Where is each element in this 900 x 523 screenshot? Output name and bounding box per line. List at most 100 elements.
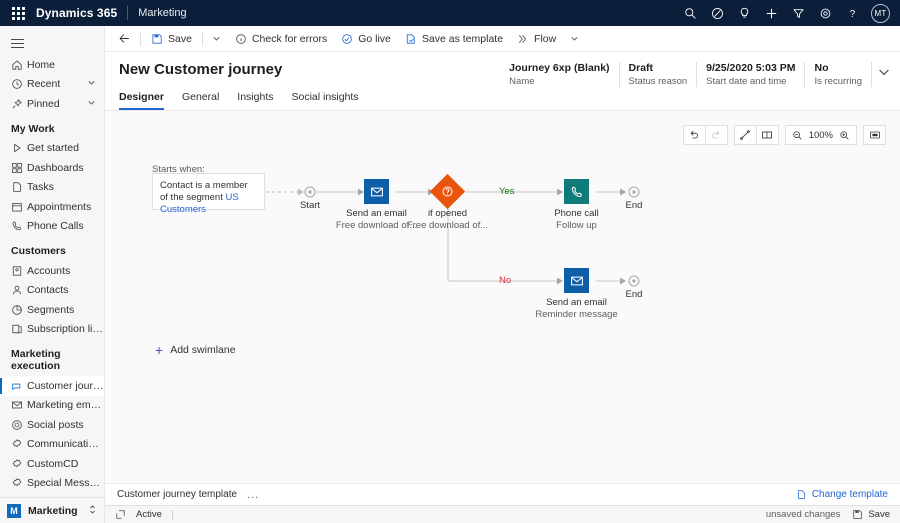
header-field-label: Status reason — [629, 76, 688, 87]
sidebar-item-label: Dashboards — [27, 162, 84, 174]
avatar[interactable]: MT — [871, 4, 890, 23]
sidebar-item-subscription-lists[interactable]: Subscription lists — [0, 320, 104, 340]
header-field-label: Name — [509, 76, 609, 87]
mail-icon — [11, 399, 27, 411]
nav-group-title: Marketing execution — [0, 339, 104, 376]
settings-icon[interactable] — [812, 0, 839, 26]
sidebar-item-label: Social posts — [27, 419, 84, 431]
chevron-down-icon[interactable] — [87, 98, 96, 110]
add-icon[interactable] — [758, 0, 785, 26]
sidebar-item-customcd[interactable]: CustomCD — [0, 454, 104, 474]
app-switcher[interactable]: M Marketing — [0, 497, 105, 523]
sidebar-item-home[interactable]: Home — [0, 55, 104, 75]
svg-text:?: ? — [850, 8, 856, 19]
save-button[interactable]: Save — [144, 26, 199, 52]
add-swimlane-button[interactable]: + Add swimlane — [155, 343, 236, 357]
chevron-down-icon[interactable] — [87, 78, 96, 90]
sidebar-item-label: Segments — [27, 304, 74, 316]
branch-label-yes: Yes — [499, 186, 515, 197]
node-if-opened[interactable]: if opened Free download of... — [435, 179, 460, 204]
sidebar-item-label: Phone Calls — [27, 220, 84, 232]
phone-tile-icon — [564, 179, 589, 204]
sidebar-item-pinned[interactable]: Pinned — [0, 94, 104, 114]
sidebar-item-social-posts[interactable]: Social posts — [0, 415, 104, 435]
open-popup-icon[interactable] — [115, 509, 126, 520]
app-badge: M — [7, 504, 21, 518]
suite-bar: Dynamics 365 Marketing ? — [0, 0, 900, 26]
play-icon — [11, 142, 27, 154]
back-arrow-icon[interactable] — [111, 26, 137, 52]
sidebar-item-recent[interactable]: Recent — [0, 75, 104, 95]
tab-social-insights[interactable]: Social insights — [291, 91, 367, 110]
discovery-icon[interactable] — [704, 0, 731, 26]
tab-designer[interactable]: Designer — [119, 91, 173, 110]
sidebar-item-get-started[interactable]: Get started — [0, 139, 104, 159]
sidebar-item-label: Marketing emails — [27, 399, 104, 411]
home-icon — [11, 59, 27, 71]
sidebar-item-contacts[interactable]: Contacts — [0, 281, 104, 301]
task-icon — [11, 181, 27, 193]
sidebar-item-tasks[interactable]: Tasks — [0, 178, 104, 198]
flow-connectors — [105, 111, 900, 483]
sidebar-item-label: Tasks — [27, 181, 54, 193]
form-tabs: Designer General Insights Social insight… — [119, 91, 377, 110]
search-icon[interactable] — [677, 0, 704, 26]
sidebar-item-appointments[interactable]: Appointments — [0, 197, 104, 217]
header-field-value: No — [814, 62, 862, 74]
go-live-button[interactable]: Go live — [334, 26, 398, 52]
sidebar-item-accounts[interactable]: Accounts — [0, 261, 104, 281]
social-icon — [11, 419, 27, 431]
sidebar-item-label: Home — [27, 59, 55, 71]
lightbulb-icon[interactable] — [731, 0, 758, 26]
trigger-card[interactable]: Contact is a member of the segment US Cu… — [152, 173, 265, 210]
flow-button[interactable]: Flow — [510, 26, 563, 52]
save-as-template-button[interactable]: Save as template — [398, 26, 510, 52]
sidebar-item-marketing-emails[interactable]: Marketing emails — [0, 396, 104, 416]
template-more-icon[interactable]: ... — [247, 489, 259, 501]
status-bar: Active unsaved changes Save — [105, 505, 900, 523]
app-name-label: Marketing — [138, 7, 186, 19]
sidebar-item-special-messages[interactable]: Special Messages — [0, 474, 104, 494]
header-field-label: Is recurring — [814, 76, 862, 87]
tab-general[interactable]: General — [182, 91, 228, 110]
email-tile-icon — [364, 179, 389, 204]
help-icon[interactable]: ? — [839, 0, 866, 26]
flow-chevron-down-icon[interactable] — [563, 26, 585, 52]
info-icon — [235, 33, 247, 45]
chevron-down-icon[interactable] — [206, 26, 228, 52]
sidebar-item-communication-d[interactable]: Communication D... — [0, 435, 104, 455]
menu-icon[interactable] — [0, 26, 104, 52]
sidebar-item-phone-calls[interactable]: Phone Calls — [0, 217, 104, 237]
change-template-button[interactable]: Change template — [796, 489, 888, 500]
header-field-is-recurring[interactable]: No Is recurring — [805, 62, 872, 87]
header-field-status-reason[interactable]: Draft Status reason — [620, 62, 698, 87]
header-expand-chevron-down-icon[interactable] — [878, 66, 890, 81]
header-field-start-date[interactable]: 9/25/2020 5:03 PM Start date and time — [697, 62, 805, 87]
status-save-button[interactable]: Save — [852, 509, 890, 520]
check-for-errors-button[interactable]: Check for errors — [228, 26, 334, 52]
node-send-an-email-1[interactable]: Send an email Free download of... — [364, 179, 389, 204]
sidebar-item-label: Customer journeys — [27, 380, 104, 392]
header-field-name[interactable]: Journey 6xp (Blank) Name — [500, 62, 619, 87]
end-label: End — [626, 289, 643, 300]
save-label: Save — [168, 33, 192, 45]
filter-icon[interactable] — [785, 0, 812, 26]
sidebar-item-segments[interactable]: Segments — [0, 300, 104, 320]
node-labels: Send an email Reminder message — [535, 297, 617, 320]
save-as-template-label: Save as template — [422, 33, 503, 45]
journey-designer-canvas[interactable]: 100% — [105, 111, 900, 483]
node-title: Send an email — [535, 297, 617, 308]
sidebar-item-customer-journeys[interactable]: Customer journeys — [0, 376, 104, 396]
gear-icon — [11, 458, 27, 470]
sidebar-item-dashboards[interactable]: Dashboards — [0, 158, 104, 178]
sidebar-item-label: Communication D... — [27, 438, 104, 450]
node-labels: if opened Free download of... — [407, 208, 488, 231]
updown-icon[interactable] — [88, 504, 97, 518]
node-send-an-email-2[interactable]: Send an email Reminder message — [564, 268, 589, 293]
change-template-label: Change template — [812, 489, 888, 500]
node-phone-call[interactable]: Phone call Follow up — [564, 179, 589, 204]
tab-insights[interactable]: Insights — [237, 91, 282, 110]
checkmark-circle-icon — [341, 33, 353, 45]
save-icon — [852, 509, 863, 520]
app-launcher-icon[interactable] — [0, 0, 36, 26]
